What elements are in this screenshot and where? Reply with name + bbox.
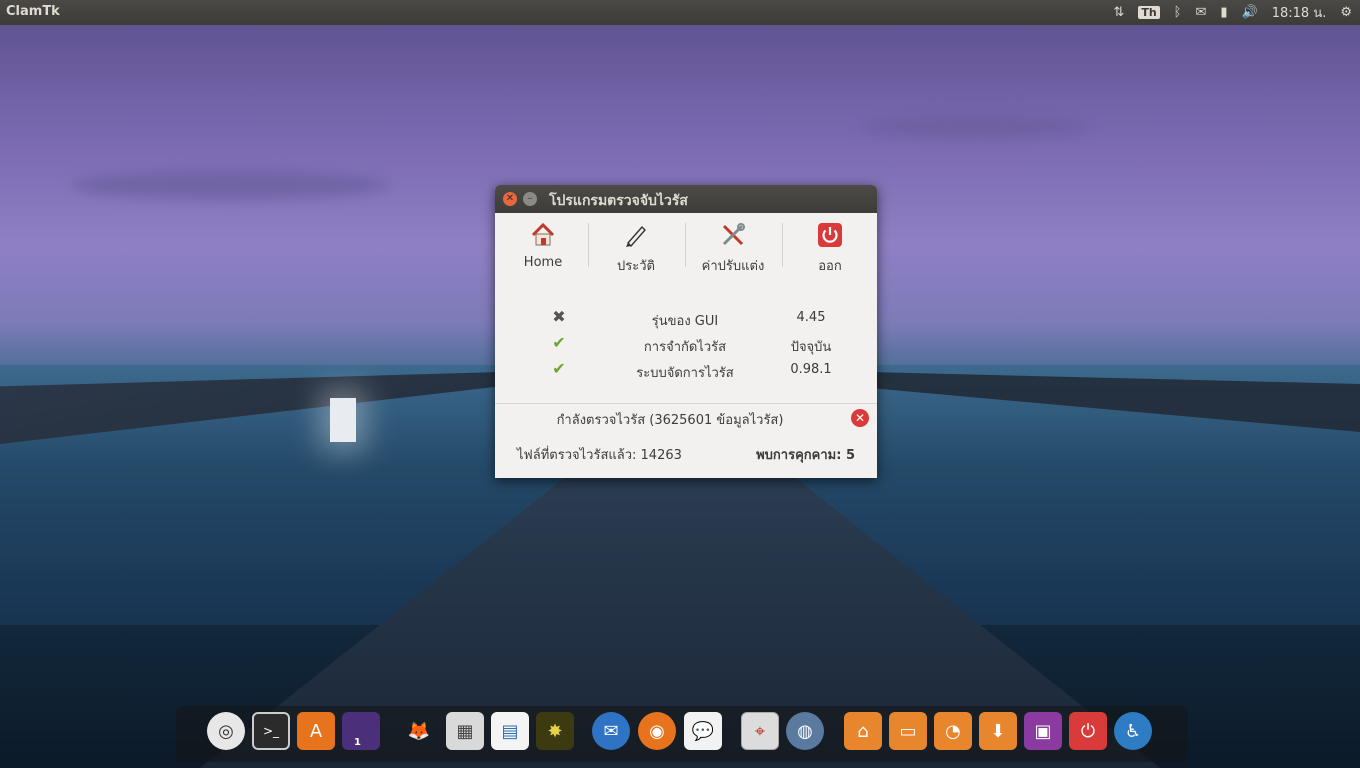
error-x-icon: ✖ bbox=[552, 307, 566, 326]
pen-icon bbox=[626, 225, 646, 248]
scan-status-text: กำลังตรวจไวรัส (3625601 ข้อมูลไวรัส) bbox=[556, 413, 784, 428]
clamtk-icon[interactable]: ⌖ bbox=[741, 712, 779, 750]
info-name: การจำกัดไวรัส bbox=[643, 340, 727, 355]
tools-icon bbox=[722, 223, 745, 246]
active-app-title: ClamTk bbox=[6, 4, 60, 19]
bluetooth-icon[interactable]: ᛒ bbox=[1174, 5, 1182, 20]
downloads-folder-icon[interactable]: ⬇ bbox=[979, 712, 1017, 750]
app-icon[interactable]: ▣ bbox=[1024, 712, 1062, 750]
history-button[interactable]: ประวัติ bbox=[588, 213, 684, 275]
status-info-table: ✖ รุ่นของ GUI 4.45 ✔ การจำกัดไวรัส ปัจจุ… bbox=[495, 307, 877, 385]
history-label: ประวัติ bbox=[617, 259, 655, 274]
keyboard-icon[interactable]: Th bbox=[1138, 6, 1160, 19]
ubuntu-logo-icon[interactable]: ◎ bbox=[207, 712, 245, 750]
toolbar: Home ประวัติ ค่าปรับแต่ง ออก bbox=[495, 213, 877, 275]
calculator-icon[interactable]: ▦ bbox=[446, 712, 484, 750]
recent-folder-icon[interactable]: ◔ bbox=[934, 712, 972, 750]
info-row-engine: ✔ ระบบจัดการไวรัส 0.98.1 bbox=[495, 359, 877, 385]
firefox-icon[interactable]: ◉ bbox=[638, 712, 676, 750]
quit-label: ออก bbox=[818, 259, 842, 274]
window-minimize-button[interactable]: – bbox=[523, 192, 537, 206]
home-label: Home bbox=[523, 255, 563, 270]
files-scanned-count: ไฟล์ที่ตรวจไวรัสแล้ว: 14263 bbox=[517, 448, 682, 463]
window-close-button[interactable]: ✕ bbox=[503, 192, 517, 206]
cloud bbox=[70, 170, 390, 200]
info-row-gui-version: ✖ รุ่นของ GUI 4.45 bbox=[495, 307, 877, 333]
info-name: ระบบจัดการไวรัส bbox=[636, 366, 734, 381]
pier-lamp bbox=[330, 398, 356, 442]
mail-icon[interactable]: ✉ bbox=[1195, 5, 1206, 20]
cloud bbox=[860, 115, 1090, 139]
volume-icon[interactable]: 🔊 bbox=[1242, 5, 1258, 20]
info-value: ปัจจุบัน bbox=[790, 340, 832, 355]
quit-button[interactable]: ออก bbox=[782, 213, 877, 275]
thunderbird-icon[interactable]: ✉ bbox=[592, 712, 630, 750]
power-icon bbox=[818, 223, 842, 247]
network-icon[interactable]: ⇅ bbox=[1113, 5, 1124, 20]
stop-scan-button[interactable]: ✕ bbox=[851, 409, 869, 427]
info-row-virus-definitions: ✔ การจำกัดไวรัส ปัจจุบัน bbox=[495, 333, 877, 359]
threats-found-count: พบการคุกคาม: 5 bbox=[756, 448, 855, 463]
workspace-switcher-icon[interactable]: 1 bbox=[342, 712, 380, 750]
documents-folder-icon[interactable]: ▭ bbox=[889, 712, 927, 750]
clock[interactable]: 18:18 น. bbox=[1272, 2, 1327, 23]
image-viewer-icon[interactable]: ✸ bbox=[536, 712, 574, 750]
home-button[interactable]: Home bbox=[495, 213, 591, 275]
window-title: โปรแกรมตรวจจับไวรัส bbox=[549, 193, 688, 209]
info-value: 4.45 bbox=[796, 310, 826, 325]
check-icon: ✔ bbox=[552, 359, 566, 378]
accessibility-icon[interactable]: ♿ bbox=[1114, 712, 1152, 750]
session-gear-icon[interactable]: ⚙ bbox=[1340, 5, 1352, 20]
settings-button[interactable]: ค่าปรับแต่ง bbox=[685, 213, 781, 275]
gimp-icon[interactable]: 🦊 bbox=[400, 712, 438, 750]
writer-icon[interactable]: ▤ bbox=[491, 712, 529, 750]
chromium-icon[interactable]: ◍ bbox=[786, 712, 824, 750]
top-panel: ClamTk ⇅ Th ᛒ ✉ ▮ 🔊 18:18 น. ⚙ bbox=[0, 0, 1360, 25]
software-center-icon[interactable]: A bbox=[297, 712, 335, 750]
info-name: รุ่นของ GUI bbox=[651, 314, 719, 329]
home-icon bbox=[531, 222, 555, 246]
battery-icon[interactable]: ▮ bbox=[1220, 5, 1227, 20]
terminal-icon[interactable]: >_ bbox=[252, 712, 290, 750]
indicator-area: ⇅ Th ᛒ ✉ ▮ 🔊 18:18 น. ⚙ bbox=[1113, 0, 1352, 25]
window-titlebar[interactable]: ✕ – โปรแกรมตรวจจับไวรัส bbox=[495, 185, 877, 213]
settings-label: ค่าปรับแต่ง bbox=[701, 259, 765, 274]
shutdown-icon[interactable]: ⏻ bbox=[1069, 712, 1107, 750]
chat-icon[interactable]: 💬 bbox=[684, 712, 722, 750]
check-icon: ✔ bbox=[552, 333, 566, 352]
info-value: 0.98.1 bbox=[790, 362, 832, 377]
divider bbox=[495, 403, 877, 404]
workspace-badge: 1 bbox=[354, 737, 361, 748]
clamtk-window: ✕ – โปรแกรมตรวจจับไวรัส Home ประวัติ ค่า… bbox=[495, 185, 877, 478]
home-folder-icon[interactable]: ⌂ bbox=[844, 712, 882, 750]
